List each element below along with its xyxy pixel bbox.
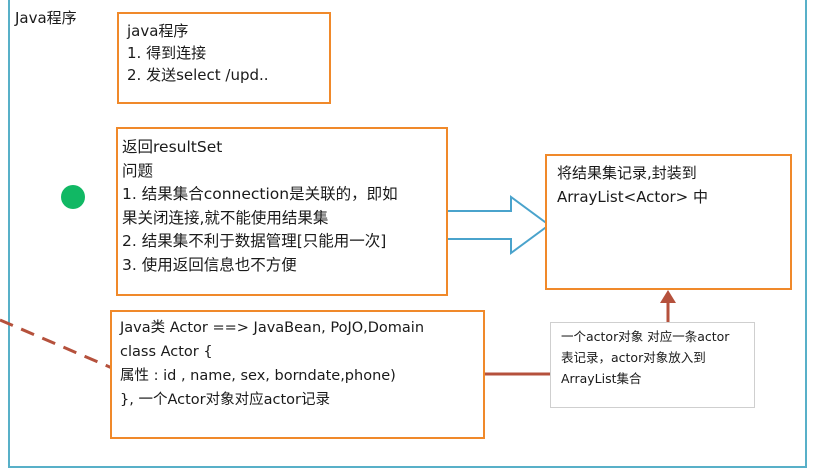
box2-line: 问题 [122, 161, 154, 180]
up-arrow-head [660, 290, 676, 303]
box4-line: class Actor { [120, 344, 213, 360]
box1-line: 2. 发送select /upd.. [127, 66, 269, 84]
box5-line: ArrayList集合 [561, 371, 642, 386]
actor-class-box: Java类 Actor ==> JavaBean, PoJO,Domain cl… [110, 310, 485, 439]
box2-line: 2. 结果集不利于数据管理[只能用一次] [122, 232, 387, 250]
box2-line: 3. 使用返回信息也不方便 [122, 255, 297, 274]
box5-line: 一个actor对象 对应一条actor [561, 329, 730, 344]
box4-line: 属性 : id , name, sex, borndate,phone) [120, 368, 396, 384]
box5-line: 表记录，actor对象放入到 [561, 350, 706, 365]
box1-line: java程序 [127, 22, 189, 40]
box1-line: 1. 得到连接 [127, 44, 207, 62]
box2-line: 1. 结果集合connection是关联的，即如 [122, 185, 398, 203]
dashed-connector [0, 318, 113, 370]
block-arrow-icon [442, 195, 551, 255]
box4-line: }, 一个Actor对象对应actor记录 [120, 392, 330, 408]
arraylist-encapsulation-box: 将结果集记录,封装到 ArrayList<Actor> 中 [545, 154, 792, 290]
box4-line: Java类 Actor ==> JavaBean, PoJO,Domain [120, 320, 425, 336]
actor-note-box: 一个actor对象 对应一条actor 表记录，actor对象放入到 Array… [550, 322, 755, 408]
resultset-problems-box: 返回resultSet 问题 1. 结果集合connection是关联的，即如 … [116, 127, 448, 296]
box2-line: 返回resultSet [122, 138, 223, 156]
java-program-box: java程序 1. 得到连接 2. 发送select /upd.. [117, 12, 331, 104]
box3-line: ArrayList<Actor> 中 [557, 188, 708, 206]
box2-line: 果关闭连接,就不能使用结果集 [122, 208, 329, 227]
box3-line: 将结果集记录,封装到 [557, 164, 697, 182]
